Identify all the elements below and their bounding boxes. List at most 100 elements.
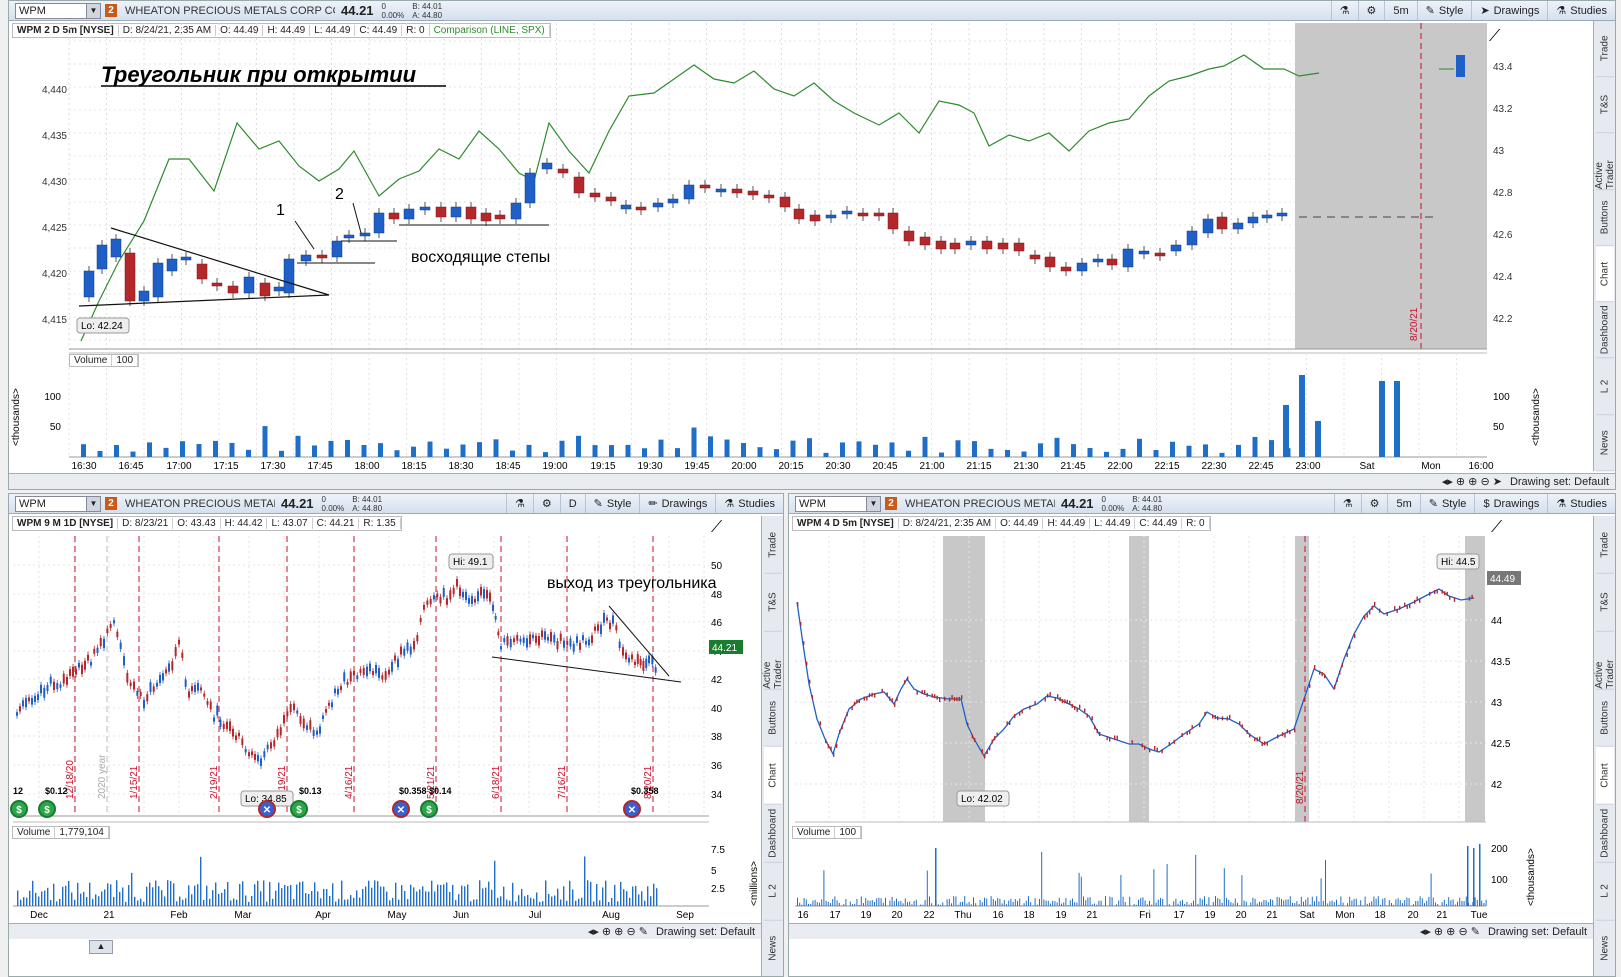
candle bbox=[34, 695, 36, 702]
side-tab-active-trader[interactable]: Active Trader bbox=[762, 631, 783, 690]
dividend-symbol: $ bbox=[16, 805, 22, 816]
volume-bar bbox=[1219, 452, 1225, 457]
volume-bar bbox=[1452, 899, 1454, 906]
volume-bar bbox=[404, 891, 406, 906]
volume-bar bbox=[1091, 904, 1093, 906]
volume-bar bbox=[889, 442, 895, 457]
volume-bar bbox=[641, 891, 643, 906]
volume-bar bbox=[972, 441, 977, 457]
side-tab-l-2[interactable]: L 2 bbox=[1596, 358, 1614, 415]
time-axis-tick: Sat bbox=[1359, 461, 1374, 472]
side-tab-news[interactable]: News bbox=[764, 920, 782, 976]
drawing-set[interactable]: Drawing set: Default bbox=[656, 926, 755, 938]
candle bbox=[1264, 741, 1266, 746]
candle bbox=[541, 630, 543, 638]
candle bbox=[1049, 692, 1051, 697]
volume-bar bbox=[830, 903, 831, 906]
candle bbox=[1186, 230, 1198, 246]
volume-bar bbox=[620, 881, 622, 906]
candle bbox=[346, 681, 349, 685]
volume-bar bbox=[1388, 900, 1390, 906]
price-chart[interactable]: 8/20/21 4,440 4,435 4,430 4,425 4,420 4,415 43.… bbox=[9, 1, 1549, 476]
side-tab-t-s[interactable]: T&S bbox=[764, 573, 782, 632]
volume-bar bbox=[1118, 900, 1120, 906]
volume-bar bbox=[254, 884, 256, 906]
studies-button[interactable]: ⚗ Studies bbox=[1547, 1, 1615, 20]
scroll-icons[interactable]: ◂▸ ⊕ ⊕ ⊖ ✎ bbox=[588, 925, 648, 938]
candle bbox=[124, 252, 136, 302]
side-tab-trade[interactable]: Trade bbox=[1596, 21, 1614, 78]
candle bbox=[373, 212, 385, 234]
volume-bar bbox=[203, 899, 205, 906]
side-tab-chart[interactable]: Chart bbox=[764, 747, 782, 805]
candle bbox=[1232, 222, 1244, 230]
side-tab-chart[interactable]: Chart bbox=[1596, 246, 1614, 303]
volume-label-box: Volume 100 bbox=[69, 354, 140, 367]
candle bbox=[856, 699, 858, 704]
volume-bar bbox=[939, 452, 944, 457]
candle bbox=[874, 693, 876, 698]
side-tab-active-trader[interactable]: Active Trader bbox=[1594, 631, 1615, 690]
candle bbox=[494, 615, 497, 620]
candle bbox=[439, 596, 442, 604]
volume-bar bbox=[1408, 898, 1410, 906]
side-tab-buttons[interactable]: Buttons bbox=[764, 689, 782, 747]
candle bbox=[129, 682, 132, 687]
candle bbox=[289, 703, 292, 713]
side-tab-buttons[interactable]: Buttons bbox=[1596, 189, 1614, 246]
scroll-icons[interactable]: ◂▸ ⊕ ⊕ ⊖ ➤ bbox=[1442, 475, 1502, 488]
drawing-set[interactable]: Drawing set: Default bbox=[1510, 476, 1609, 488]
side-tab-news[interactable]: News bbox=[1596, 414, 1614, 471]
side-tab-dashboard[interactable]: Dashboard bbox=[1596, 804, 1614, 863]
side-tab-l-2[interactable]: L 2 bbox=[764, 862, 782, 921]
volume-bar bbox=[1375, 898, 1377, 906]
intraday-price-chart[interactable]: 44 43.5 43 42.5 42 8/20/21 Hi: 44.5 Lo: 42.02 44… bbox=[789, 494, 1594, 964]
volume-bar bbox=[808, 903, 809, 906]
candle bbox=[594, 626, 596, 631]
volume-bar bbox=[317, 891, 319, 906]
volume-bar bbox=[536, 892, 538, 906]
collapse-button[interactable]: ▲ bbox=[89, 940, 113, 954]
side-tab-t-s[interactable]: T&S bbox=[1596, 573, 1614, 632]
side-tab-chart[interactable]: Chart bbox=[1596, 747, 1614, 805]
candle bbox=[566, 641, 569, 645]
drawing-set[interactable]: Drawing set: Default bbox=[1488, 926, 1587, 938]
side-tab-buttons[interactable]: Buttons bbox=[1596, 689, 1614, 747]
candle bbox=[1471, 594, 1473, 599]
volume-bar bbox=[953, 896, 955, 906]
candle bbox=[916, 690, 918, 695]
candle bbox=[825, 214, 837, 219]
volume-bar bbox=[656, 888, 658, 906]
candle bbox=[1409, 604, 1411, 609]
side-tab-dashboard[interactable]: Dashboard bbox=[1596, 302, 1614, 359]
volume-bar bbox=[458, 894, 460, 906]
volume-bar bbox=[1065, 898, 1067, 906]
volume-bar bbox=[1120, 874, 1122, 906]
volume-bar bbox=[281, 888, 283, 906]
volume-bar bbox=[592, 445, 598, 457]
chart-footer: ◂▸ ⊕ ⊕ ⊖ ✎ Drawing set: Default bbox=[789, 923, 1593, 939]
side-tab-trade[interactable]: Trade bbox=[1596, 516, 1614, 574]
candle bbox=[606, 617, 608, 621]
volume-bar bbox=[611, 898, 613, 906]
vol-axis-tick: 50 bbox=[50, 422, 62, 433]
volume-bar bbox=[444, 448, 449, 457]
volume-bar bbox=[774, 449, 779, 457]
candle bbox=[1141, 743, 1143, 748]
volume-bar bbox=[83, 891, 85, 906]
daily-price-chart[interactable]: 50484644424038363412/18/202020 year1/15/… bbox=[9, 494, 761, 964]
volume-bar bbox=[1142, 897, 1144, 906]
volume-bar bbox=[1056, 902, 1058, 906]
side-tab-t-s[interactable]: T&S bbox=[1596, 77, 1614, 134]
side-tab-l-2[interactable]: L 2 bbox=[1596, 862, 1614, 921]
side-tab-dashboard[interactable]: Dashboard bbox=[764, 804, 782, 863]
side-tab-trade[interactable]: Trade bbox=[764, 516, 782, 574]
scroll-icons[interactable]: ◂▸ ⊕ ⊕ ⊖ ✎ bbox=[1420, 925, 1480, 938]
volume-bar bbox=[345, 439, 350, 457]
volume-bar bbox=[401, 885, 403, 906]
candle bbox=[1249, 733, 1251, 738]
volume-bar bbox=[229, 442, 235, 457]
volume-bar bbox=[455, 900, 457, 906]
side-tab-active-trader[interactable]: Active Trader bbox=[1594, 133, 1615, 190]
side-tab-news[interactable]: News bbox=[1596, 920, 1614, 976]
